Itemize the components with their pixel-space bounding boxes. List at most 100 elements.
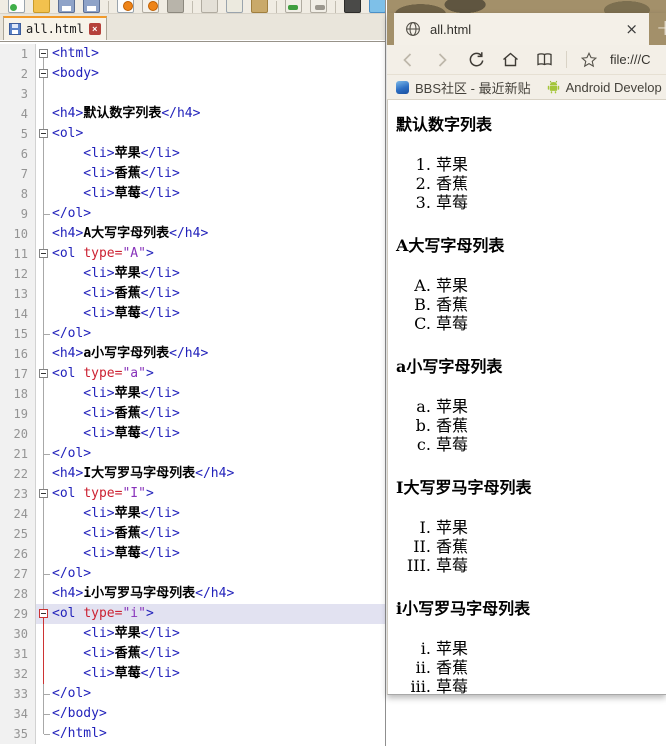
print-preview-icon[interactable] <box>117 0 134 13</box>
fold-marker[interactable] <box>36 44 52 64</box>
code-line[interactable]: 29 <ol type="i"> <box>0 604 385 624</box>
fold-marker[interactable] <box>36 604 52 624</box>
fold-marker <box>36 724 52 744</box>
code-line[interactable]: 23 <ol type="I"> <box>0 484 385 504</box>
line-number: 21 <box>0 444 36 464</box>
code-text: <li>香蕉</li> <box>52 286 180 301</box>
code-line[interactable]: 1 <html> <box>0 44 385 64</box>
code-line[interactable]: 6 <li>苹果</li> <box>0 144 385 164</box>
code-text: </ol> <box>52 326 92 341</box>
print-icon[interactable] <box>167 0 184 13</box>
line-number: 4 <box>0 104 36 124</box>
code-line[interactable]: 12 <li>苹果</li> <box>0 264 385 284</box>
code-line[interactable]: 13 <li>香蕉</li> <box>0 284 385 304</box>
refresh-button[interactable] <box>459 47 493 73</box>
cut-icon[interactable] <box>201 0 218 13</box>
code-line[interactable]: 14 <li>草莓</li> <box>0 304 385 324</box>
code-line[interactable]: 19 <li>香蕉</li> <box>0 404 385 424</box>
save-all-icon[interactable] <box>83 0 100 13</box>
ordered-list: 苹果香蕉草莓 <box>396 397 658 454</box>
code-line[interactable]: 24 <li>苹果</li> <box>0 504 385 524</box>
open-icon[interactable] <box>33 0 50 13</box>
code-line[interactable]: 20 <li>草莓</li> <box>0 424 385 444</box>
code-line[interactable]: 25 <li>香蕉</li> <box>0 524 385 544</box>
line-number: 16 <box>0 344 36 364</box>
back-button[interactable] <box>391 47 425 73</box>
code-line[interactable]: 9 </ol> <box>0 204 385 224</box>
favorite-star-icon[interactable] <box>572 47 606 73</box>
editor-tab-close-icon[interactable]: × <box>88 23 101 35</box>
fold-marker[interactable] <box>36 64 52 84</box>
code-line[interactable]: 17 <ol type="a"> <box>0 364 385 384</box>
browser-tab-all-html[interactable]: all.html × <box>394 13 649 45</box>
line-number: 10 <box>0 224 36 244</box>
home-button[interactable] <box>493 47 527 73</box>
list-item: 香蕉 <box>436 174 658 193</box>
line-number: 15 <box>0 324 36 344</box>
code-line[interactable]: 16 <h4>a小写字母列表</h4> <box>0 344 385 364</box>
code-line[interactable]: 34 </body> <box>0 704 385 724</box>
forward-button[interactable] <box>425 47 459 73</box>
undo-icon[interactable] <box>285 0 302 13</box>
line-body: </body> <box>36 704 385 724</box>
code-line[interactable]: 32 <li>草莓</li> <box>0 664 385 684</box>
code-line[interactable]: 21 </ol> <box>0 444 385 464</box>
list-item: 香蕉 <box>436 295 658 314</box>
browser-view-icon[interactable] <box>369 0 385 13</box>
line-body: <h4>i小写罗马字母列表</h4> <box>36 584 385 604</box>
line-body: <li>苹果</li> <box>36 264 385 284</box>
line-number: 32 <box>0 664 36 684</box>
save-icon[interactable] <box>58 0 75 13</box>
code-line[interactable]: 2 <body> <box>0 64 385 84</box>
line-number: 11 <box>0 244 36 264</box>
code-text: <html> <box>52 46 99 61</box>
code-line[interactable]: 7 <li>香蕉</li> <box>0 164 385 184</box>
fold-marker <box>36 624 52 644</box>
bookmark-item[interactable]: BBS社区 - 最近新贴 <box>396 78 531 97</box>
code-text: <li>草莓</li> <box>52 186 180 201</box>
code-line[interactable]: 31 <li>香蕉</li> <box>0 644 385 664</box>
code-line[interactable]: 3 <box>0 84 385 104</box>
paste-icon[interactable] <box>251 0 268 13</box>
browser-tab-close-icon[interactable]: × <box>625 21 638 37</box>
code-line[interactable]: 10 <h4>A大写字母列表</h4> <box>0 224 385 244</box>
code-area[interactable]: 1 <html> 2 <body> 3 4 <h4>默认数字列表</h4> 5 <ol> 6 <l… <box>0 41 385 746</box>
code-text: </ol> <box>52 206 92 221</box>
fold-marker[interactable] <box>36 244 52 264</box>
code-line[interactable]: 30 <li>苹果</li> <box>0 624 385 644</box>
copy-icon[interactable] <box>226 0 243 13</box>
line-number: 24 <box>0 504 36 524</box>
code-line[interactable]: 5 <ol> <box>0 124 385 144</box>
fold-marker <box>36 644 52 664</box>
bookmark-item[interactable]: Android Develop <box>547 80 662 95</box>
code-line[interactable]: 35 </html> <box>0 724 385 744</box>
fold-marker[interactable] <box>36 124 52 144</box>
fold-marker <box>36 384 52 404</box>
line-body: <h4>默认数字列表</h4> <box>36 104 385 124</box>
editor-tab-all-html[interactable]: all.html × <box>3 16 107 40</box>
code-line[interactable]: 22 <h4>I大写罗马字母列表</h4> <box>0 464 385 484</box>
new-tab-button[interactable]: + <box>656 15 666 43</box>
code-line[interactable]: 26 <li>草莓</li> <box>0 544 385 564</box>
line-body: <li>苹果</li> <box>36 144 385 164</box>
code-line[interactable]: 33 </ol> <box>0 684 385 704</box>
toolbar-separator <box>335 1 336 13</box>
fold-marker[interactable] <box>36 484 52 504</box>
reading-list-icon[interactable] <box>527 47 561 73</box>
code-line[interactable]: 18 <li>苹果</li> <box>0 384 385 404</box>
code-line[interactable]: 11 <ol type="A"> <box>0 244 385 264</box>
browser-refresh-icon[interactable] <box>142 0 159 13</box>
code-line[interactable]: 8 <li>草莓</li> <box>0 184 385 204</box>
fold-marker[interactable] <box>36 364 52 384</box>
code-line[interactable]: 15 </ol> <box>0 324 385 344</box>
code-line[interactable]: 4 <h4>默认数字列表</h4> <box>0 104 385 124</box>
redo-icon[interactable] <box>310 0 327 13</box>
new-file-icon[interactable] <box>8 0 25 13</box>
fold-marker <box>36 224 52 244</box>
code-line[interactable]: 28 <h4>i小写罗马字母列表</h4> <box>0 584 385 604</box>
line-body: </html> <box>36 724 385 744</box>
toolbar-separator <box>192 1 193 13</box>
code-line[interactable]: 27 </ol> <box>0 564 385 584</box>
address-bar-url[interactable]: file:///C <box>606 52 650 67</box>
find-icon[interactable] <box>344 0 361 13</box>
